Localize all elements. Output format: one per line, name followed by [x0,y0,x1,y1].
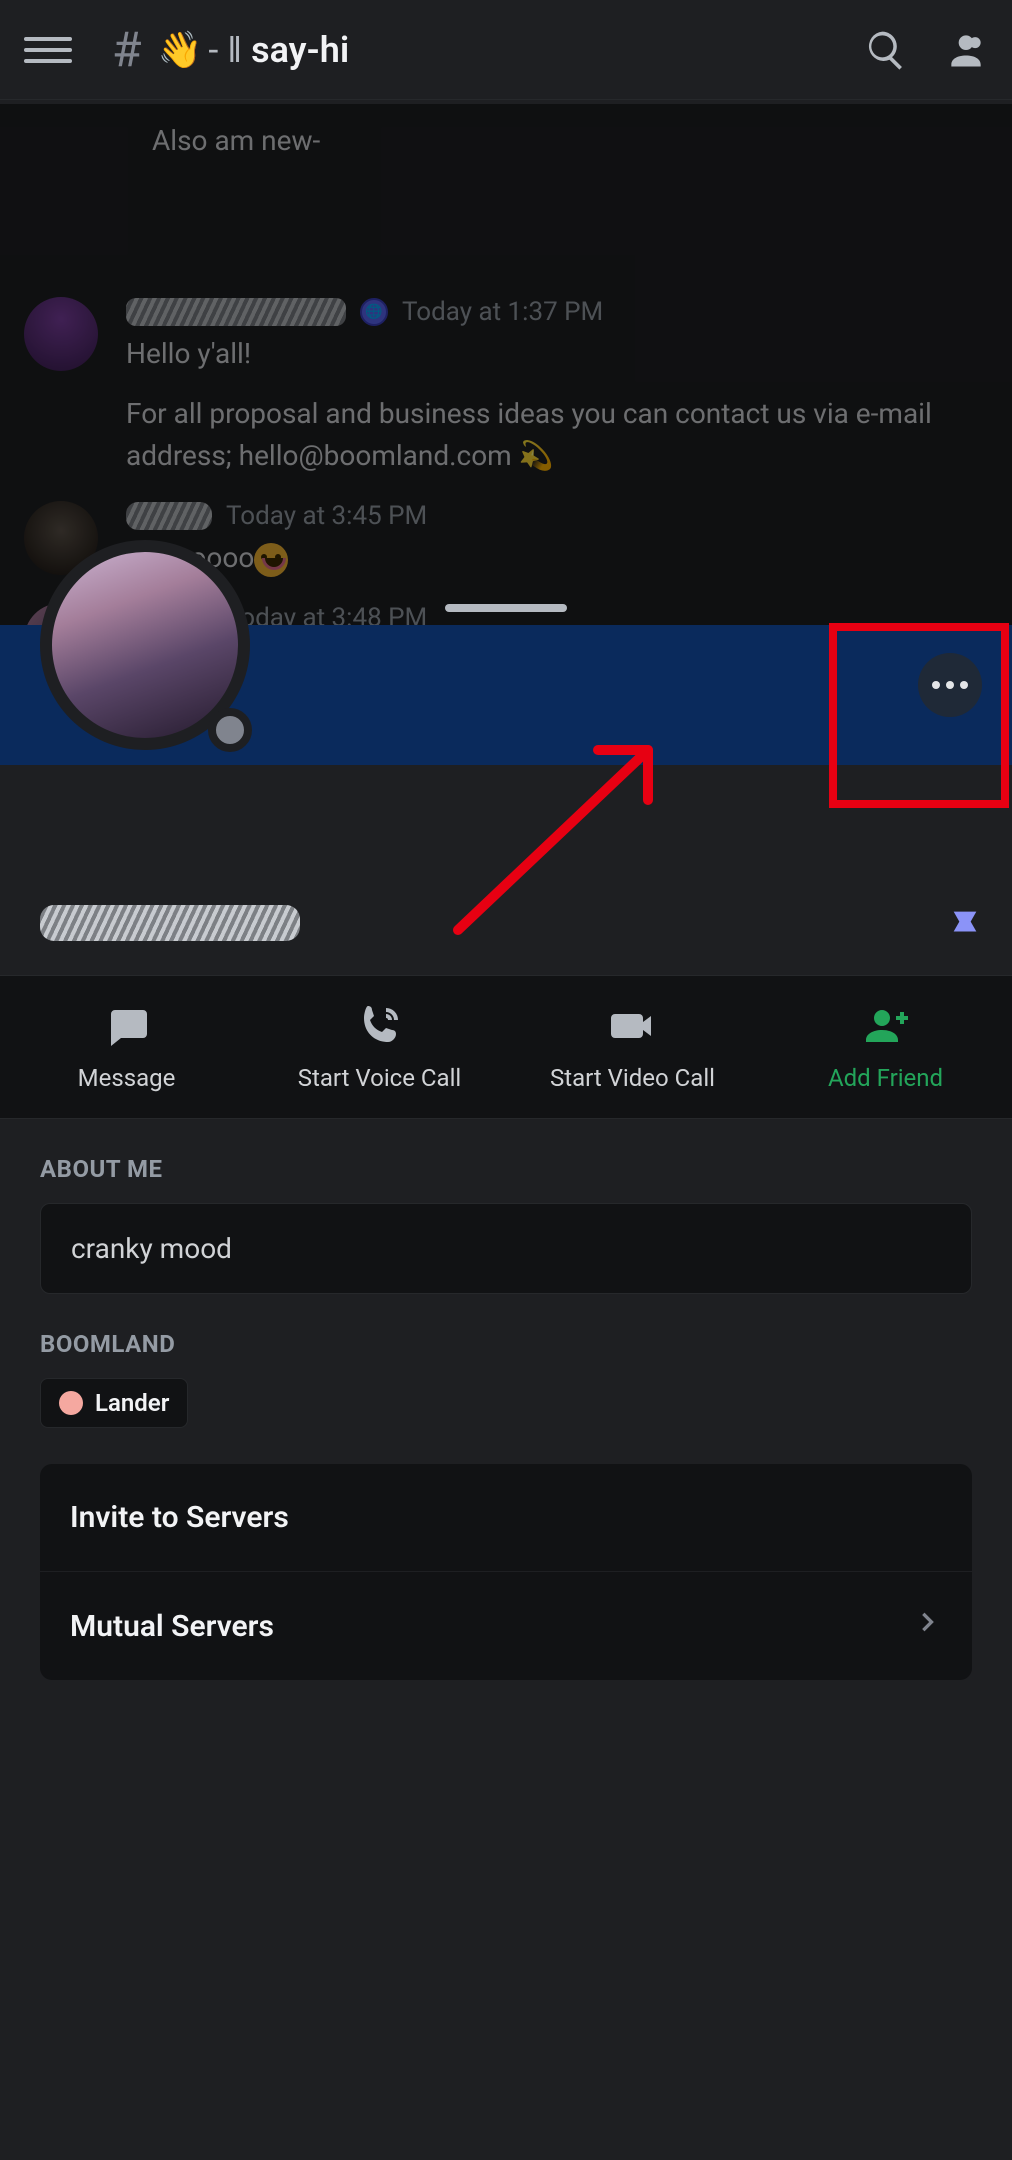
section-title: BOOMLAND [40,1330,972,1358]
sheet-grabber[interactable] [445,604,567,612]
row-label: Mutual Servers [70,1609,274,1644]
invite-to-servers-row[interactable]: Invite to Servers [40,1464,972,1571]
members-icon[interactable] [944,28,988,72]
message-icon [103,1002,151,1050]
channel-header: # 👋 - ‖ say-hi [0,0,1012,100]
section-title: ABOUT ME [40,1155,972,1183]
action-label: Message [78,1064,176,1092]
add-friend-action[interactable]: Add Friend [759,976,1012,1118]
profile-banner [0,625,1012,765]
server-roles-section: BOOMLAND Lander [0,1294,1012,1428]
about-text: cranky mood [40,1203,972,1294]
voice-call-action[interactable]: Start Voice Call [253,976,506,1118]
profile-actions: Message Start Voice Call Start Video Cal… [0,975,1012,1119]
menu-button[interactable] [24,26,72,74]
channel-emoji: 👋 [158,29,203,71]
profile-sheet: Message Start Voice Call Start Video Cal… [0,625,1012,2160]
channel-name[interactable]: - ‖ say-hi [208,29,349,71]
action-label: Add Friend [828,1064,943,1092]
role-chip[interactable]: Lander [40,1378,188,1428]
status-offline-icon [208,708,252,752]
more-options-button[interactable] [918,653,982,717]
about-section: ABOUT ME cranky mood [0,1119,1012,1294]
phone-icon [356,1002,404,1050]
video-icon [609,1002,657,1050]
profile-links-list: Invite to Servers Mutual Servers [40,1464,972,1680]
search-icon[interactable] [864,28,908,72]
action-label: Start Voice Call [298,1064,462,1092]
chevron-right-icon [914,1608,942,1644]
action-label: Start Video Call [550,1064,715,1092]
mutual-servers-row[interactable]: Mutual Servers [40,1571,972,1680]
video-call-action[interactable]: Start Video Call [506,976,759,1118]
profile-username-redacted [40,905,300,941]
role-color-dot-icon [59,1391,83,1415]
profile-avatar[interactable] [40,540,250,750]
message-action[interactable]: Message [0,976,253,1118]
hash-icon: # [112,21,142,78]
add-friend-icon [862,1002,910,1050]
row-label: Invite to Servers [70,1500,289,1535]
role-name: Lander [95,1389,169,1417]
hypesquad-badge-icon [948,906,982,940]
